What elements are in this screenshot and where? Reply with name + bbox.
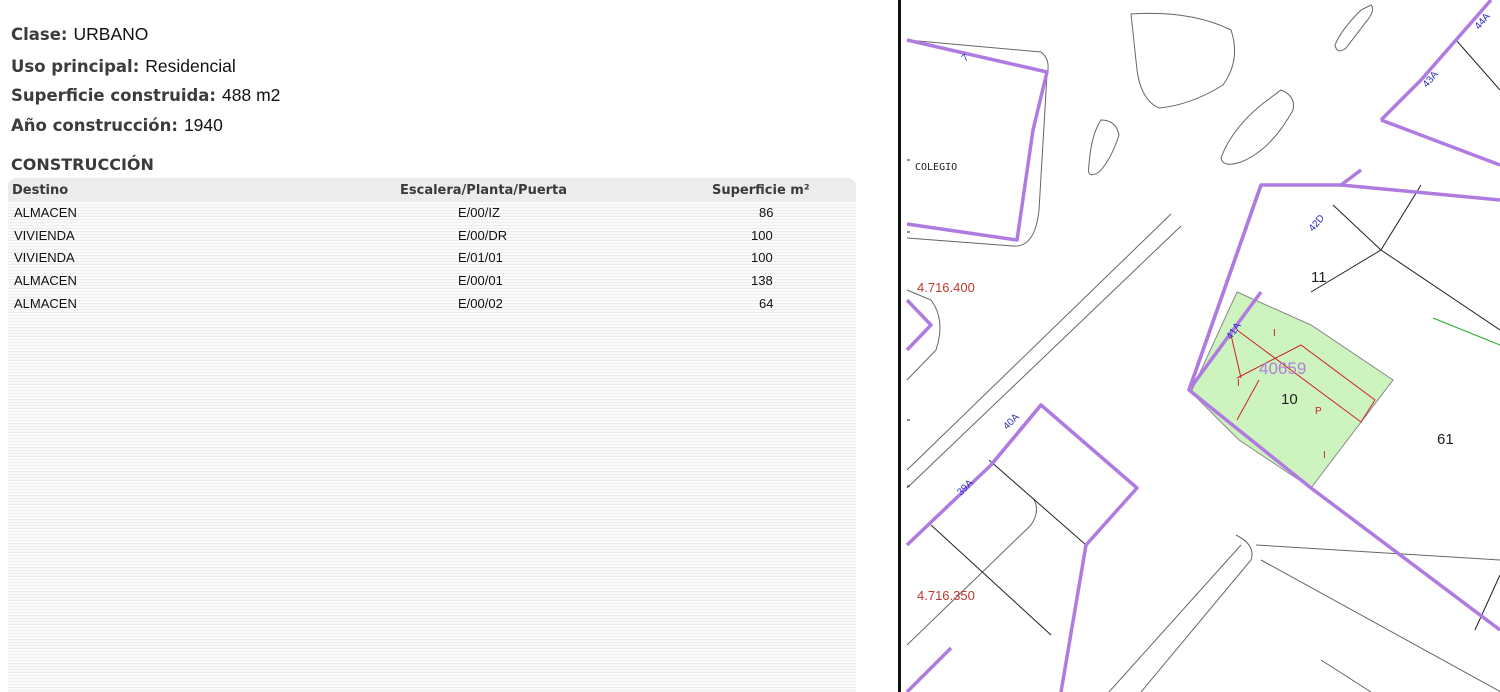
green-line <box>1432 317 1500 346</box>
construccion-table: Destino Escalera/Planta/Puerta Superfici… <box>8 178 856 692</box>
anio-label: Año construcción: <box>11 116 178 135</box>
header-superficie: Superficie m² <box>712 183 810 198</box>
cell-epp: E/00/DR <box>458 228 508 243</box>
floor-mark: I <box>1323 450 1326 461</box>
colegio-label: COLEGIO <box>915 162 957 173</box>
superficie-value: 488 m2 <box>222 85 281 105</box>
cell-epp: E/00/01 <box>458 273 503 288</box>
cell-superficie: 86 <box>759 205 774 220</box>
cell-epp: E/00/IZ <box>458 205 500 220</box>
floor-mark: I <box>1237 378 1240 389</box>
map-canvas: COLEGIO 4.716.400 4.716.350 40659 10 11 … <box>905 0 1500 692</box>
street-number-label: 44A <box>1473 11 1493 32</box>
cell-destino: VIVIENDA <box>14 228 75 243</box>
header-destino: Destino <box>12 183 69 198</box>
cell-destino: VIVIENDA <box>14 250 75 265</box>
table-row: VIVIENDA E/01/01 100 <box>8 247 856 269</box>
clase-value: URBANO <box>73 24 149 44</box>
table-row: VIVIENDA E/00/DR 100 <box>8 225 856 247</box>
parcel-number-label: 10 <box>1281 391 1298 408</box>
street-number-label: 43A <box>1421 69 1441 90</box>
table-row: ALMACEN E/00/IZ 86 <box>8 202 856 224</box>
street-number-label: 42D <box>1307 213 1327 234</box>
parcel-id-label: 40659 <box>1259 359 1306 378</box>
cell-superficie: 100 <box>751 228 773 243</box>
uso-label: Uso principal: <box>11 57 140 76</box>
clase-line: Clase: URBANO <box>11 24 148 45</box>
uso-value: Residencial <box>145 56 236 76</box>
anio-value: 1940 <box>183 115 223 135</box>
cell-superficie: 138 <box>751 273 773 288</box>
table-row: ALMACEN E/00/02 64 <box>8 293 856 315</box>
table-header: Destino Escalera/Planta/Puerta Superfici… <box>8 178 856 202</box>
cell-superficie: 100 <box>751 250 773 265</box>
cell-epp: E/01/01 <box>458 250 503 265</box>
lot-61-label: 61 <box>1437 431 1454 448</box>
header-escalera: Escalera/Planta/Puerta <box>400 183 568 198</box>
cadastral-map[interactable]: COLEGIO 4.716.400 4.716.350 40659 10 11 … <box>901 0 1500 692</box>
cell-superficie: 64 <box>759 296 774 311</box>
floor-mark: I <box>1273 328 1276 339</box>
uso-line: Uso principal: Residencial <box>11 56 236 77</box>
floor-mark: P <box>1315 406 1322 417</box>
coord-bottom-label: 4.716.350 <box>917 588 975 603</box>
cell-destino: ALMACEN <box>14 296 77 311</box>
highlighted-parcel[interactable] <box>1190 291 1394 489</box>
coord-top-label: 4.716.400 <box>917 280 975 295</box>
superficie-line: Superficie construida: 488 m2 <box>11 85 280 106</box>
superficie-label: Superficie construida: <box>11 86 217 105</box>
table-row: ALMACEN E/00/01 138 <box>8 270 856 292</box>
property-info-panel: Clase: URBANO Uso principal: Residencial S… <box>0 0 898 692</box>
cell-destino: ALMACEN <box>14 273 77 288</box>
construccion-title: CONSTRUCCIÓN <box>11 155 154 174</box>
anio-line: Año construcción: 1940 <box>11 115 223 136</box>
lot-11-label: 11 <box>1311 269 1327 286</box>
parcel-boundaries <box>905 0 1500 692</box>
lot-lines <box>930 39 1500 636</box>
edge-ticks <box>907 159 910 487</box>
cell-epp: E/00/02 <box>458 296 503 311</box>
clase-label: Clase: <box>11 25 68 44</box>
cell-destino: ALMACEN <box>14 205 77 220</box>
